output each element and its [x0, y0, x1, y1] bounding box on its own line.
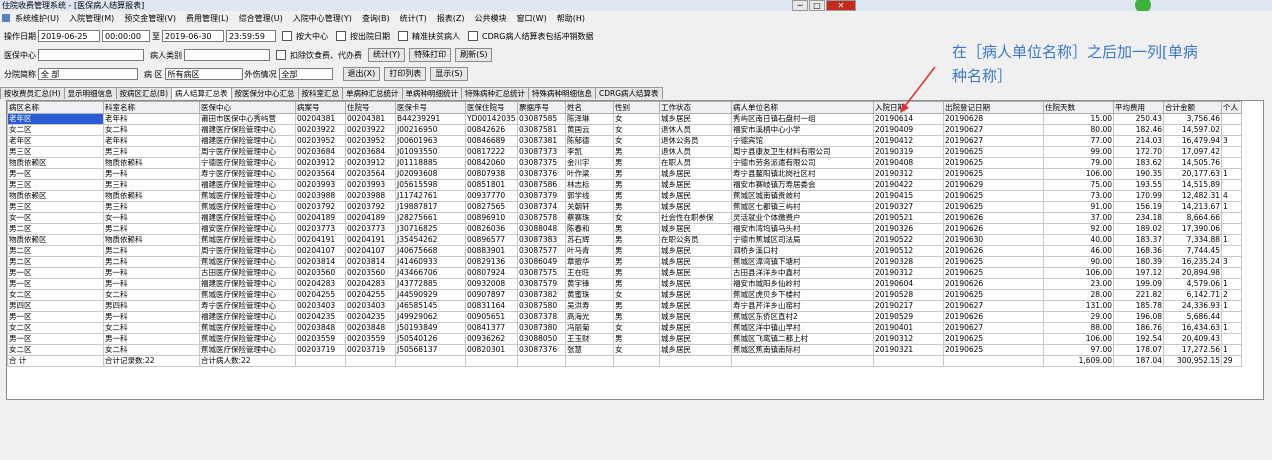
- annotation-note: 在［病人单位名称］之后加一列[单病 种名称］: [952, 40, 1262, 88]
- annotation-line-1: 在［病人单位名称］之后加一列[单病: [952, 43, 1198, 61]
- annotation-line-2: 种名称］: [952, 67, 1013, 85]
